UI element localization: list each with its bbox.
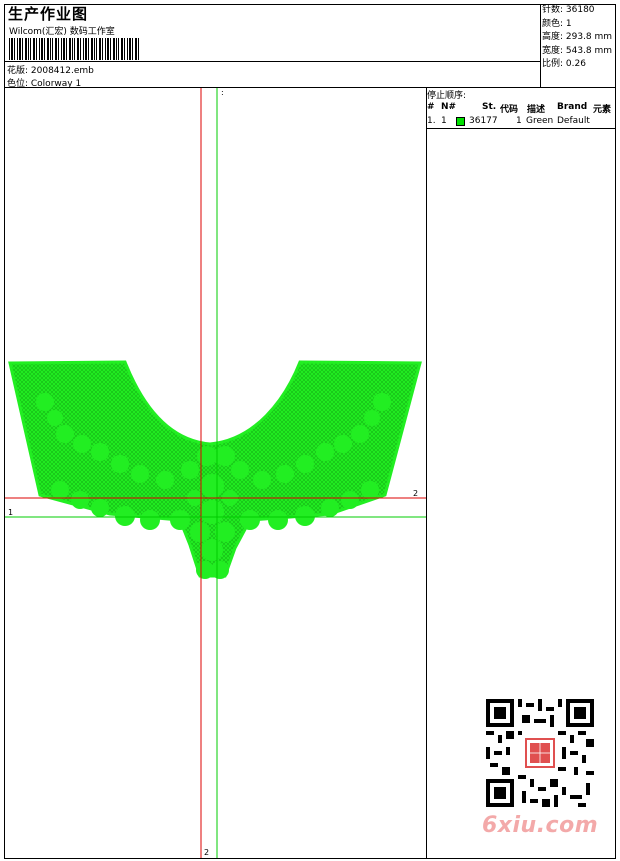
embroidery-shape bbox=[8, 360, 422, 579]
axis-label-bottom: 2 bbox=[204, 848, 210, 857]
qr-code bbox=[486, 699, 594, 807]
axis-label-right: 2 bbox=[413, 489, 419, 498]
axis-label-left: 1 bbox=[8, 508, 14, 517]
watermark: 6xiu.com bbox=[482, 813, 599, 838]
axis-label-top: : bbox=[221, 88, 224, 97]
